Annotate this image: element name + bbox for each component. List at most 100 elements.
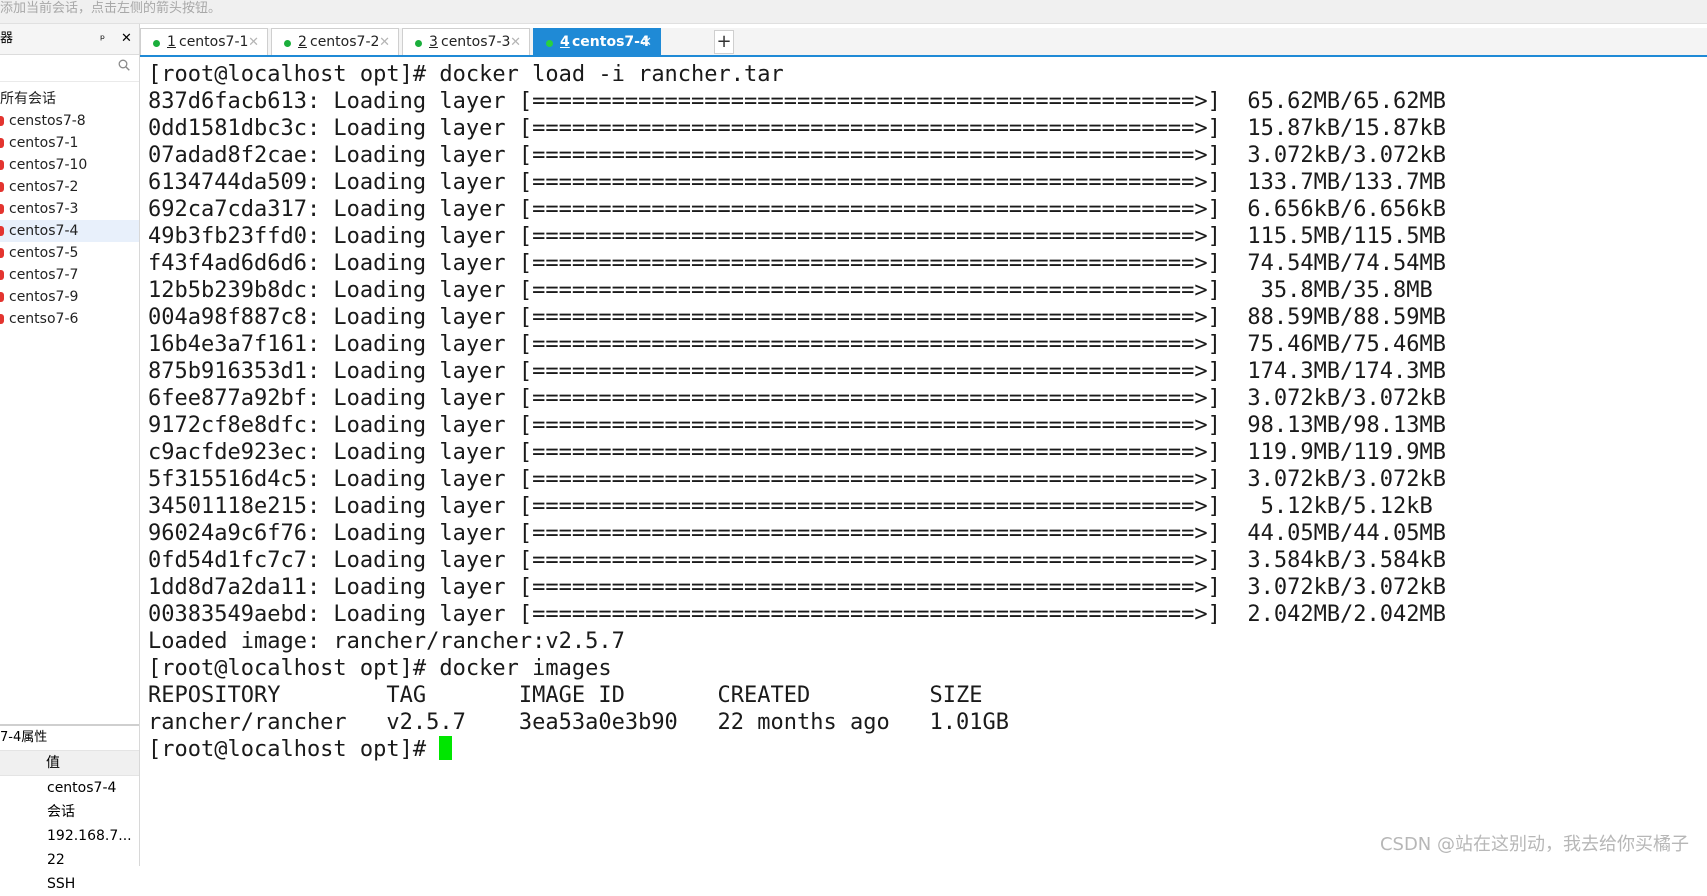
- session-icon: [0, 160, 4, 170]
- sidebar-item-label: censtos7-8: [9, 113, 86, 129]
- tab-session[interactable]: 3 centos7-3 ✕: [402, 28, 530, 55]
- hint-bar: 添加当前会话，点击左侧的箭头按钮。: [0, 0, 1707, 24]
- status-dot-icon: [415, 40, 422, 47]
- status-dot-icon: [153, 40, 160, 47]
- terminal-cursor: [439, 736, 453, 760]
- terminal-output: [root@localhost opt]# docker load -i ran…: [148, 61, 1446, 763]
- pin-icon[interactable]: ᵖ: [100, 24, 105, 54]
- close-icon[interactable]: ✕: [121, 24, 132, 54]
- sidebar-item-session[interactable]: centos7-3: [0, 198, 139, 220]
- tab-label: centos7-1: [179, 34, 249, 50]
- terminal-line: rancher/rancher v2.5.7 3ea53a0e3b90 22 m…: [148, 710, 1009, 735]
- sidebar-item-label: centos7-9: [9, 289, 79, 305]
- terminal-line: 07adad8f2cae: Loading layer [===========…: [148, 143, 1447, 168]
- properties-panel: 7-4属性 值 centos7-4 会话 192.168.7... 22 SSH: [0, 724, 139, 892]
- sidebar-item-session[interactable]: centos7-1: [0, 132, 139, 154]
- session-icon: [0, 182, 4, 192]
- properties-title: 7-4属性: [0, 730, 48, 745]
- add-tab-button[interactable]: +: [714, 30, 734, 54]
- session-icon: [0, 314, 4, 324]
- terminal-line: 692ca7cda317: Loading layer [===========…: [148, 197, 1447, 222]
- terminal-line: c9acfde923ec: Loading layer [===========…: [148, 440, 1447, 465]
- terminal-line: 9172cf8e8dfc: Loading layer [===========…: [148, 413, 1447, 438]
- tab-number: 3: [429, 34, 438, 50]
- sidebar-item-session[interactable]: centos7-2: [0, 176, 139, 198]
- tab-session[interactable]: 4 centos7-4 ✕: [533, 28, 661, 55]
- sidebar-item-label: centos7-1: [9, 135, 79, 151]
- tab-session[interactable]: 1 centos7-1 ✕: [140, 28, 268, 55]
- terminal-line: Loaded image: rancher/rancher:v2.5.7: [148, 629, 625, 654]
- session-manager-sidebar: 器 ᵖ ✕ 所有会话 censtos7-8 centos7-1 centos7-10…: [0, 24, 140, 892]
- sidebar-item-session[interactable]: centos7-10: [0, 154, 139, 176]
- sidebar-item-session[interactable]: centos7-9: [0, 286, 139, 308]
- status-dot-icon: [284, 40, 291, 47]
- properties-column-header: 值: [0, 750, 139, 776]
- terminal-line: [root@localhost opt]# docker load -i ran…: [148, 62, 784, 87]
- terminal-line: 0fd54d1fc7c7: Loading layer [===========…: [148, 548, 1447, 573]
- tab-label: centos7-4: [572, 34, 650, 50]
- sidebar-item-session[interactable]: censtos7-8: [0, 110, 139, 132]
- terminal-line: [root@localhost opt]# docker images: [148, 656, 612, 681]
- terminal-line: f43f4ad6d6d6: Loading layer [===========…: [148, 251, 1447, 276]
- property-value: centos7-4: [47, 780, 117, 796]
- property-value: 会话: [47, 804, 75, 820]
- session-icon: [0, 248, 4, 258]
- terminal-line: 6134744da509: Loading layer [===========…: [148, 170, 1447, 195]
- terminal-line: REPOSITORY TAG IMAGE ID CREATED SIZE: [148, 683, 983, 708]
- session-icon: [0, 138, 4, 148]
- tab-number: 4: [560, 34, 570, 50]
- status-dot-icon: [546, 40, 553, 47]
- tab-bar: 1 centos7-1 ✕ 2 centos7-2 ✕ 3 centos7-3 ✕ 4 centos…: [140, 28, 1707, 57]
- tab-number: 2: [298, 34, 307, 50]
- session-icon: [0, 292, 4, 302]
- terminal-line: 12b5b239b8dc: Loading layer [===========…: [148, 278, 1433, 303]
- tab-session[interactable]: 2 centos7-2 ✕: [271, 28, 399, 55]
- terminal-line: 5f315516d4c5: Loading layer [===========…: [148, 467, 1447, 492]
- tree-root-label: 所有会话: [0, 91, 56, 107]
- search-icon[interactable]: [118, 59, 130, 71]
- sidebar-item-label: centos7-5: [9, 245, 79, 261]
- terminal-line: 00383549aebd: Loading layer [===========…: [148, 602, 1447, 627]
- session-icon: [0, 204, 4, 214]
- session-icon: [0, 270, 4, 280]
- property-value: SSH: [47, 876, 76, 892]
- terminal-prompt: [root@localhost opt]#: [148, 737, 440, 762]
- terminal-line: 49b3fb23ffd0: Loading layer [===========…: [148, 224, 1447, 249]
- properties-table: 值 centos7-4 会话 192.168.7... 22 SSH: [0, 750, 139, 896]
- tab-close-icon[interactable]: ✕: [379, 29, 390, 56]
- hint-text: 添加当前会话，点击左侧的箭头按钮。: [0, 1, 222, 16]
- terminal-line: 1dd8d7a2da11: Loading layer [===========…: [148, 575, 1447, 600]
- terminal-line: 34501118e215: Loading layer [===========…: [148, 494, 1433, 519]
- sidebar-search[interactable]: [0, 55, 139, 82]
- sidebar-item-label: centos7-2: [9, 179, 79, 195]
- terminal-line: 837d6facb613: Loading layer [===========…: [148, 89, 1447, 114]
- sidebar-header: 器 ᵖ ✕: [0, 24, 139, 55]
- sidebar-item-session[interactable]: centos7-7: [0, 264, 139, 286]
- session-icon: [0, 226, 4, 236]
- property-value: 192.168.7...: [47, 828, 132, 844]
- sidebar-item-label: centos7-10: [9, 157, 88, 173]
- tree-root[interactable]: 所有会话: [0, 88, 139, 110]
- tab-close-icon[interactable]: ✕: [248, 29, 259, 56]
- tab-label: centos7-2: [310, 34, 380, 50]
- sidebar-item-session[interactable]: centso7-6: [0, 308, 139, 330]
- terminal-line: 875b916353d1: Loading layer [===========…: [148, 359, 1447, 384]
- sidebar-item-session[interactable]: centos7-5: [0, 242, 139, 264]
- terminal-line: 96024a9c6f76: Loading layer [===========…: [148, 521, 1447, 546]
- tab-close-icon[interactable]: ✕: [510, 29, 521, 56]
- terminal[interactable]: [root@localhost opt]# docker load -i ran…: [140, 57, 1707, 866]
- sidebar-item-label: centos7-4: [9, 223, 79, 239]
- sidebar-item-session[interactable]: centos7-4: [0, 220, 139, 242]
- terminal-line: 16b4e3a7f161: Loading layer [===========…: [148, 332, 1447, 357]
- terminal-line: 004a98f887c8: Loading layer [===========…: [148, 305, 1447, 330]
- tab-label: centos7-3: [441, 34, 511, 50]
- sidebar-title: 器: [0, 31, 14, 46]
- tab-number: 1: [167, 34, 176, 50]
- terminal-line: 0dd1581dbc3c: Loading layer [===========…: [148, 116, 1447, 141]
- sidebar-item-label: centso7-6: [9, 311, 79, 327]
- session-tree: 所有会话 censtos7-8 centos7-1 centos7-10 centos…: [0, 82, 139, 330]
- tab-close-icon[interactable]: ✕: [641, 29, 652, 56]
- sidebar-item-label: centos7-7: [9, 267, 79, 283]
- sidebar-item-label: centos7-3: [9, 201, 79, 217]
- session-icon: [0, 116, 4, 126]
